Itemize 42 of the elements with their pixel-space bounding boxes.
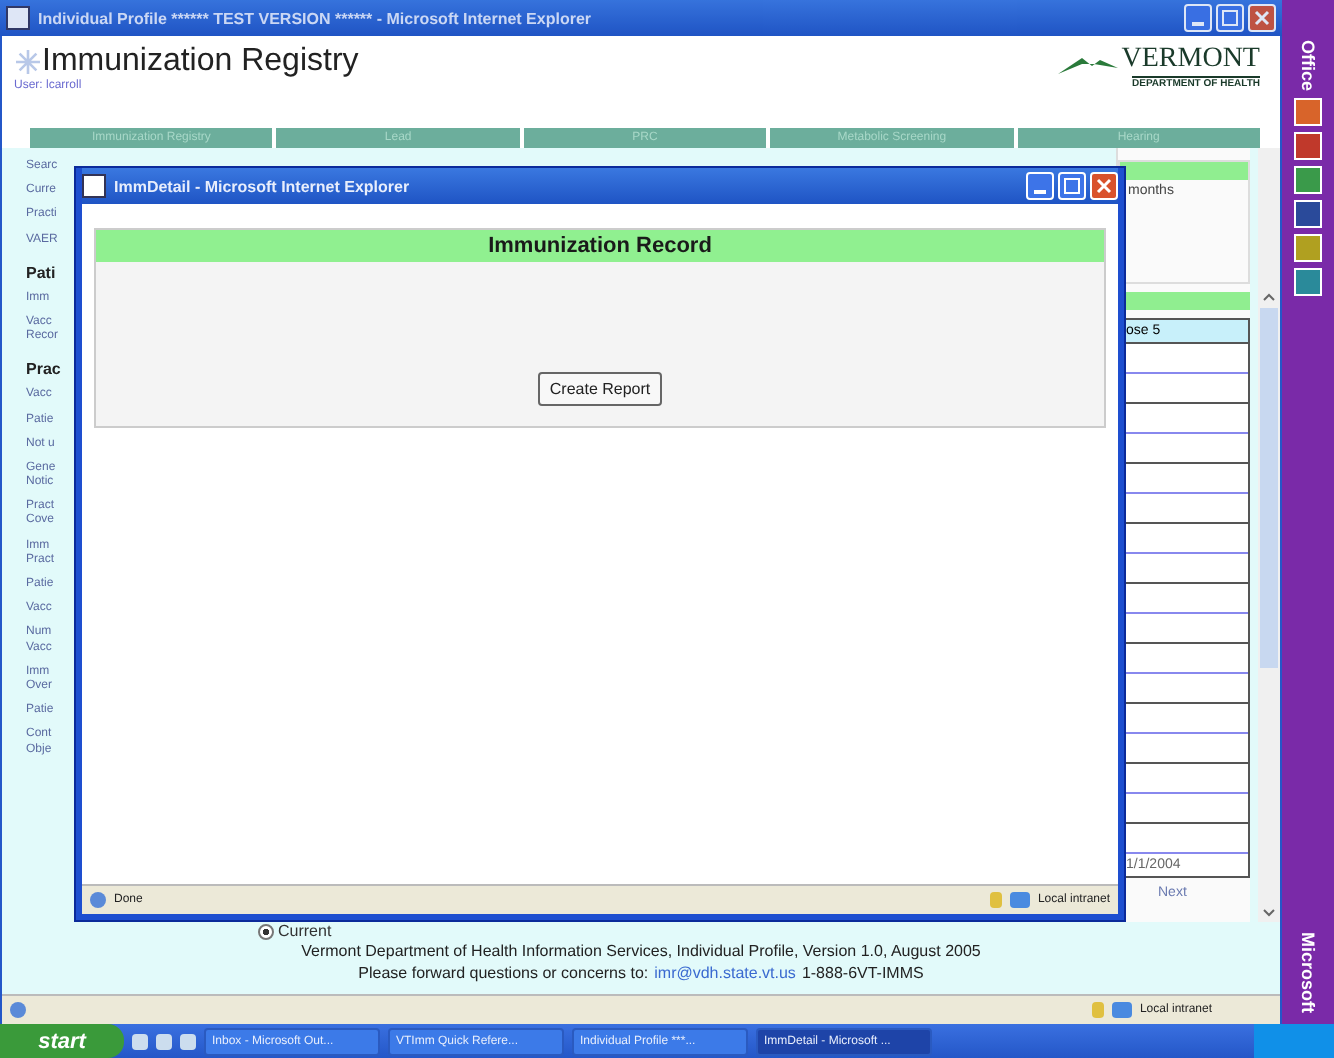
close-button[interactable]	[1090, 172, 1118, 200]
globe-icon	[1111, 1002, 1132, 1018]
sidebar-heading: Pati	[26, 263, 58, 282]
page-icon	[90, 892, 106, 908]
lock-icon	[989, 892, 1002, 908]
app-icon[interactable]	[1294, 199, 1322, 228]
maximize-button[interactable]	[1058, 172, 1086, 200]
section-header-bar	[1120, 162, 1248, 180]
app-icon[interactable]	[1294, 267, 1322, 296]
restore-button[interactable]	[1216, 4, 1244, 32]
phone-text: 1-888-6VT-IMMS	[801, 964, 924, 982]
minimize-button[interactable]	[1184, 4, 1212, 32]
page-icon	[82, 174, 106, 198]
scrollbar[interactable]	[1258, 148, 1280, 922]
close-icon	[1096, 178, 1112, 194]
sidebar-heading: Prac	[26, 360, 63, 379]
contact-text: Please forward questions or concerns to:	[358, 964, 649, 982]
microsoft-label: Microsoft	[1298, 931, 1318, 1012]
window-title: Individual Profile ****** TEST VERSION ****** - Microsoft Internet Explorer	[38, 9, 592, 27]
scroll-down-icon[interactable]	[1262, 906, 1276, 918]
system-tray	[1254, 1024, 1334, 1058]
start-button[interactable]: start	[0, 1024, 124, 1058]
globe-icon	[1009, 892, 1030, 908]
scroll-up-icon[interactable]	[1262, 292, 1276, 304]
office-label: Office	[1298, 40, 1318, 92]
minimize-button[interactable]	[1026, 172, 1054, 200]
app-icon[interactable]	[1294, 233, 1322, 262]
popup-title: ImmDetail - Microsoft Internet Explorer	[114, 177, 410, 195]
close-icon	[1254, 10, 1270, 26]
app-icon[interactable]	[1294, 165, 1322, 194]
app-icon[interactable]	[1294, 97, 1322, 126]
email-link[interactable]: imr@vdh.state.vt.us	[654, 964, 796, 982]
snowflake-icon	[14, 48, 42, 76]
page-icon	[10, 1002, 26, 1018]
lock-icon	[1091, 1002, 1104, 1018]
close-button[interactable]	[1248, 4, 1276, 32]
footer-text: Vermont Department of Health Information Services, Individual Profile, Version 1.0, August 2005	[301, 942, 981, 960]
create-report-button[interactable]: Create Report	[537, 372, 663, 406]
record-title: Immunization Record	[96, 230, 1104, 262]
page-icon	[6, 6, 30, 30]
app-icon[interactable]	[1294, 131, 1322, 160]
app-title: Immunization Registry	[42, 44, 359, 79]
